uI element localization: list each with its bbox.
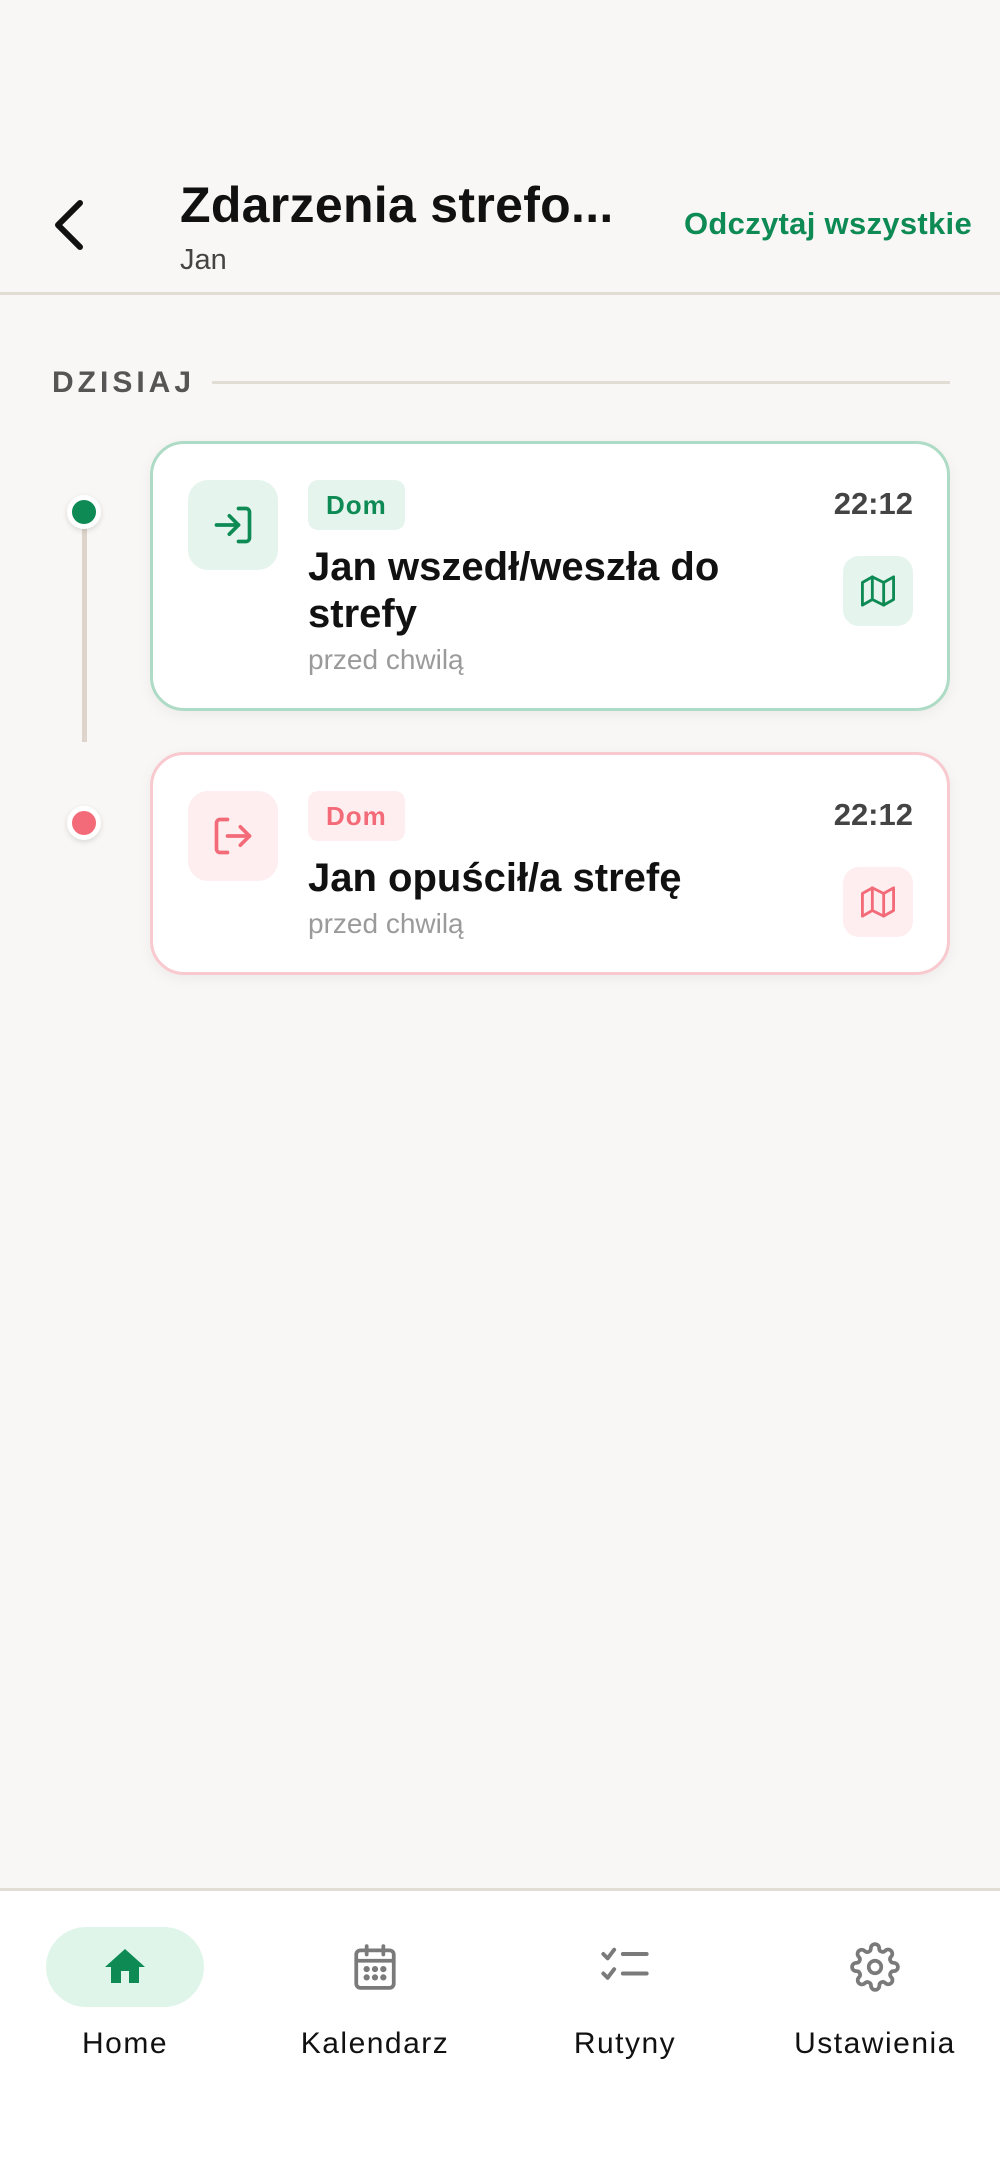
timeline-dot-exit bbox=[67, 806, 101, 840]
nav-icon-wrap bbox=[46, 1927, 204, 2007]
zone-badge: Dom bbox=[308, 791, 405, 841]
event-time: 22:12 bbox=[833, 486, 913, 521]
top-app-bar: Zdarzenia strefo... Jan Odczytaj wszystk… bbox=[0, 0, 1000, 295]
event-relative-time: przed chwilą bbox=[308, 644, 464, 675]
gear-icon bbox=[850, 1942, 900, 1992]
nav-label: Ustawienia bbox=[794, 2027, 956, 2060]
map-icon bbox=[861, 886, 895, 918]
checklist-icon bbox=[601, 1947, 649, 1980]
page-title: Zdarzenia strefo... bbox=[180, 177, 614, 233]
event-relative-time: przed chwilą bbox=[308, 908, 464, 939]
nav-icon-wrap bbox=[546, 1927, 704, 2007]
nav-label: Rutyny bbox=[573, 2027, 677, 2060]
nav-item-calendar[interactable]: Kalendarz bbox=[250, 1927, 500, 2077]
map-icon bbox=[861, 575, 895, 607]
logout-icon bbox=[214, 817, 252, 855]
event-icon-box bbox=[188, 480, 278, 570]
event-icon-box bbox=[188, 791, 278, 881]
timeline-line bbox=[82, 512, 87, 742]
calendar-icon bbox=[354, 1944, 396, 1990]
login-icon bbox=[214, 506, 252, 544]
page-subtitle: Jan bbox=[180, 244, 227, 276]
home-icon bbox=[105, 1949, 145, 1983]
timeline-dot-enter bbox=[67, 495, 101, 529]
event-card[interactable]: Dom 22:12 Jan wszedł/weszła do strefy pr… bbox=[150, 441, 950, 711]
nav-label: Kalendarz bbox=[300, 2027, 450, 2060]
nav-item-home[interactable]: Home bbox=[0, 1927, 250, 2077]
show-map-button[interactable] bbox=[843, 556, 913, 626]
event-title: Jan opuścił/a strefę bbox=[308, 856, 682, 900]
chevron-left-icon bbox=[55, 200, 83, 250]
nav-item-settings[interactable]: Ustawienia bbox=[750, 1927, 1000, 2077]
section-label: DZISIAJ bbox=[52, 366, 196, 399]
event-card[interactable]: Dom 22:12 Jan opuścił/a strefę przed chw… bbox=[150, 752, 950, 975]
nav-item-routines[interactable]: Rutyny bbox=[500, 1927, 750, 2077]
nav-label: Home bbox=[81, 2027, 169, 2060]
read-all-button[interactable]: Odczytaj wszystkie bbox=[684, 206, 972, 242]
nav-icon-wrap bbox=[296, 1927, 454, 2007]
zone-badge: Dom bbox=[308, 480, 405, 530]
event-time: 22:12 bbox=[833, 797, 913, 832]
nav-icon-wrap bbox=[796, 1927, 954, 2007]
section-divider bbox=[212, 381, 950, 384]
back-button[interactable] bbox=[40, 190, 100, 260]
event-title: Jan wszedł/weszła do strefy bbox=[308, 545, 720, 636]
bottom-navigation: Home Kalendarz Rutyny Ustawienia bbox=[0, 1888, 1000, 2174]
show-map-button[interactable] bbox=[843, 867, 913, 937]
